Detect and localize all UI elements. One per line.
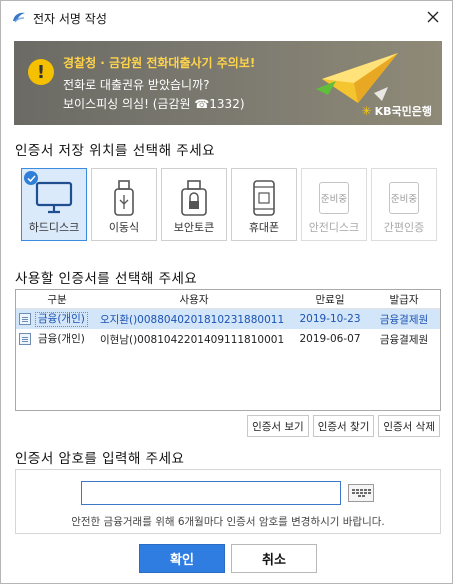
cert-issuer: 금융결제원	[379, 333, 429, 346]
column-type[interactable]: 구분	[16, 292, 98, 307]
storage-label: 이동식	[108, 221, 140, 234]
window-title: 전자 서명 작성	[33, 12, 107, 26]
storage-location-selector: 하드디스크 이동식 보안토큰 휴대폰 준비중 안전디스크 준비중 간편인증	[21, 168, 441, 241]
cancel-button[interactable]: 취소	[231, 544, 317, 573]
banner-question: 전화로 대출권유 받았습니까?	[63, 78, 210, 92]
password-panel: 안전한 금융거래를 위해 6개월마다 인증서 암호를 변경하시기 바랍니다.	[15, 469, 441, 534]
kb-brand-logo: ✳ KB국민은행	[362, 103, 432, 119]
pending-badge: 준비중	[390, 191, 418, 205]
pending-icon: 준비중	[389, 182, 419, 214]
table-row[interactable]: 금융(개인) 이현남()0081042201409111810001 2019-…	[16, 329, 440, 349]
certificate-icon	[19, 313, 31, 325]
storage-label: 보안토큰	[173, 221, 215, 234]
find-cert-button[interactable]: 인증서 찾기	[312, 415, 375, 437]
delete-cert-button[interactable]: 인증서 삭제	[378, 415, 440, 437]
password-heading: 인증서 암호를 입력해 주세요	[15, 451, 185, 467]
confirm-button[interactable]: 확인	[139, 544, 225, 573]
banner-headline: 경찰청 · 금감원 전화대출사기 주의보!	[63, 56, 256, 70]
cert-expiry: 2019-06-07	[299, 333, 361, 345]
checkmark-icon	[24, 171, 38, 185]
pending-badge: 준비중	[320, 191, 348, 205]
cert-actions: 인증서 보기 인증서 찾기 인증서 삭제	[247, 415, 440, 437]
e-signature-dialog: 전자 서명 작성 ! 경찰청 · 금감원 전화대출사기 주의보! 전화로 대출권…	[0, 0, 453, 584]
storage-option-simple-auth: 준비중 간편인증	[371, 168, 437, 241]
column-issuer[interactable]: 발급자	[370, 292, 438, 307]
table-row[interactable]: 금융(개인) 오지환()0088040201810231880011 2019-…	[16, 309, 440, 329]
column-expiry[interactable]: 만료일	[290, 292, 370, 307]
storage-option-security-token[interactable]: 보안토큰	[161, 168, 227, 241]
cert-user: 오지환()0088040201810231880011	[100, 313, 285, 326]
virtual-keyboard-icon[interactable]	[348, 484, 374, 502]
kb-star-icon: ✳	[361, 104, 372, 118]
cert-type: 금융(개인)	[35, 311, 88, 327]
storage-option-phone[interactable]: 휴대폰	[231, 168, 297, 241]
usb-icon	[102, 178, 146, 218]
storage-label: 휴대폰	[248, 221, 280, 234]
certificate-table: 구분 사용자 만료일 발급자 금융(개인) 오지환()0088040201810…	[15, 289, 441, 411]
security-token-icon	[172, 178, 216, 218]
storage-label: 간편인증	[383, 221, 425, 234]
close-icon[interactable]	[420, 4, 446, 30]
pending-icon: 준비중	[319, 182, 349, 214]
paper-plane-icon	[316, 53, 398, 103]
cert-type: 금융(개인)	[38, 332, 85, 345]
phone-icon	[242, 178, 286, 218]
storage-option-safe-disk: 준비중 안전디스크	[301, 168, 367, 241]
warning-icon: !	[28, 59, 54, 85]
storage-heading: 인증서 저장 위치를 선택해 주세요	[15, 143, 216, 159]
cert-heading: 사용할 인증서를 선택해 주세요	[15, 271, 198, 287]
certificate-icon	[19, 333, 31, 345]
password-hint: 안전한 금융거래를 위해 6개월마다 인증서 암호를 변경하시기 바랍니다.	[71, 516, 385, 528]
voice-phishing-banner[interactable]: ! 경찰청 · 금감원 전화대출사기 주의보! 전화로 대출권유 받았습니까? …	[14, 41, 442, 125]
banner-alert: 보이스피싱 의심! (금감원 ☎1332)	[63, 97, 245, 111]
column-user[interactable]: 사용자	[98, 292, 290, 307]
view-cert-button[interactable]: 인증서 보기	[247, 415, 309, 437]
table-header: 구분 사용자 만료일 발급자	[16, 290, 440, 309]
title-bar: 전자 서명 작성	[1, 1, 452, 33]
password-input[interactable]	[81, 481, 341, 505]
storage-label: 하드디스크	[28, 221, 80, 234]
app-logo-icon	[13, 12, 25, 23]
monitor-icon	[32, 178, 76, 218]
cert-expiry: 2019-10-23	[299, 313, 361, 325]
cert-issuer: 금융결제원	[379, 313, 429, 326]
storage-option-removable[interactable]: 이동식	[91, 168, 157, 241]
storage-option-harddisk[interactable]: 하드디스크	[21, 168, 87, 241]
storage-label: 안전디스크	[308, 221, 360, 234]
cert-user: 이현남()0081042201409111810001	[100, 333, 285, 346]
brand-name: KB국민은행	[374, 105, 432, 118]
